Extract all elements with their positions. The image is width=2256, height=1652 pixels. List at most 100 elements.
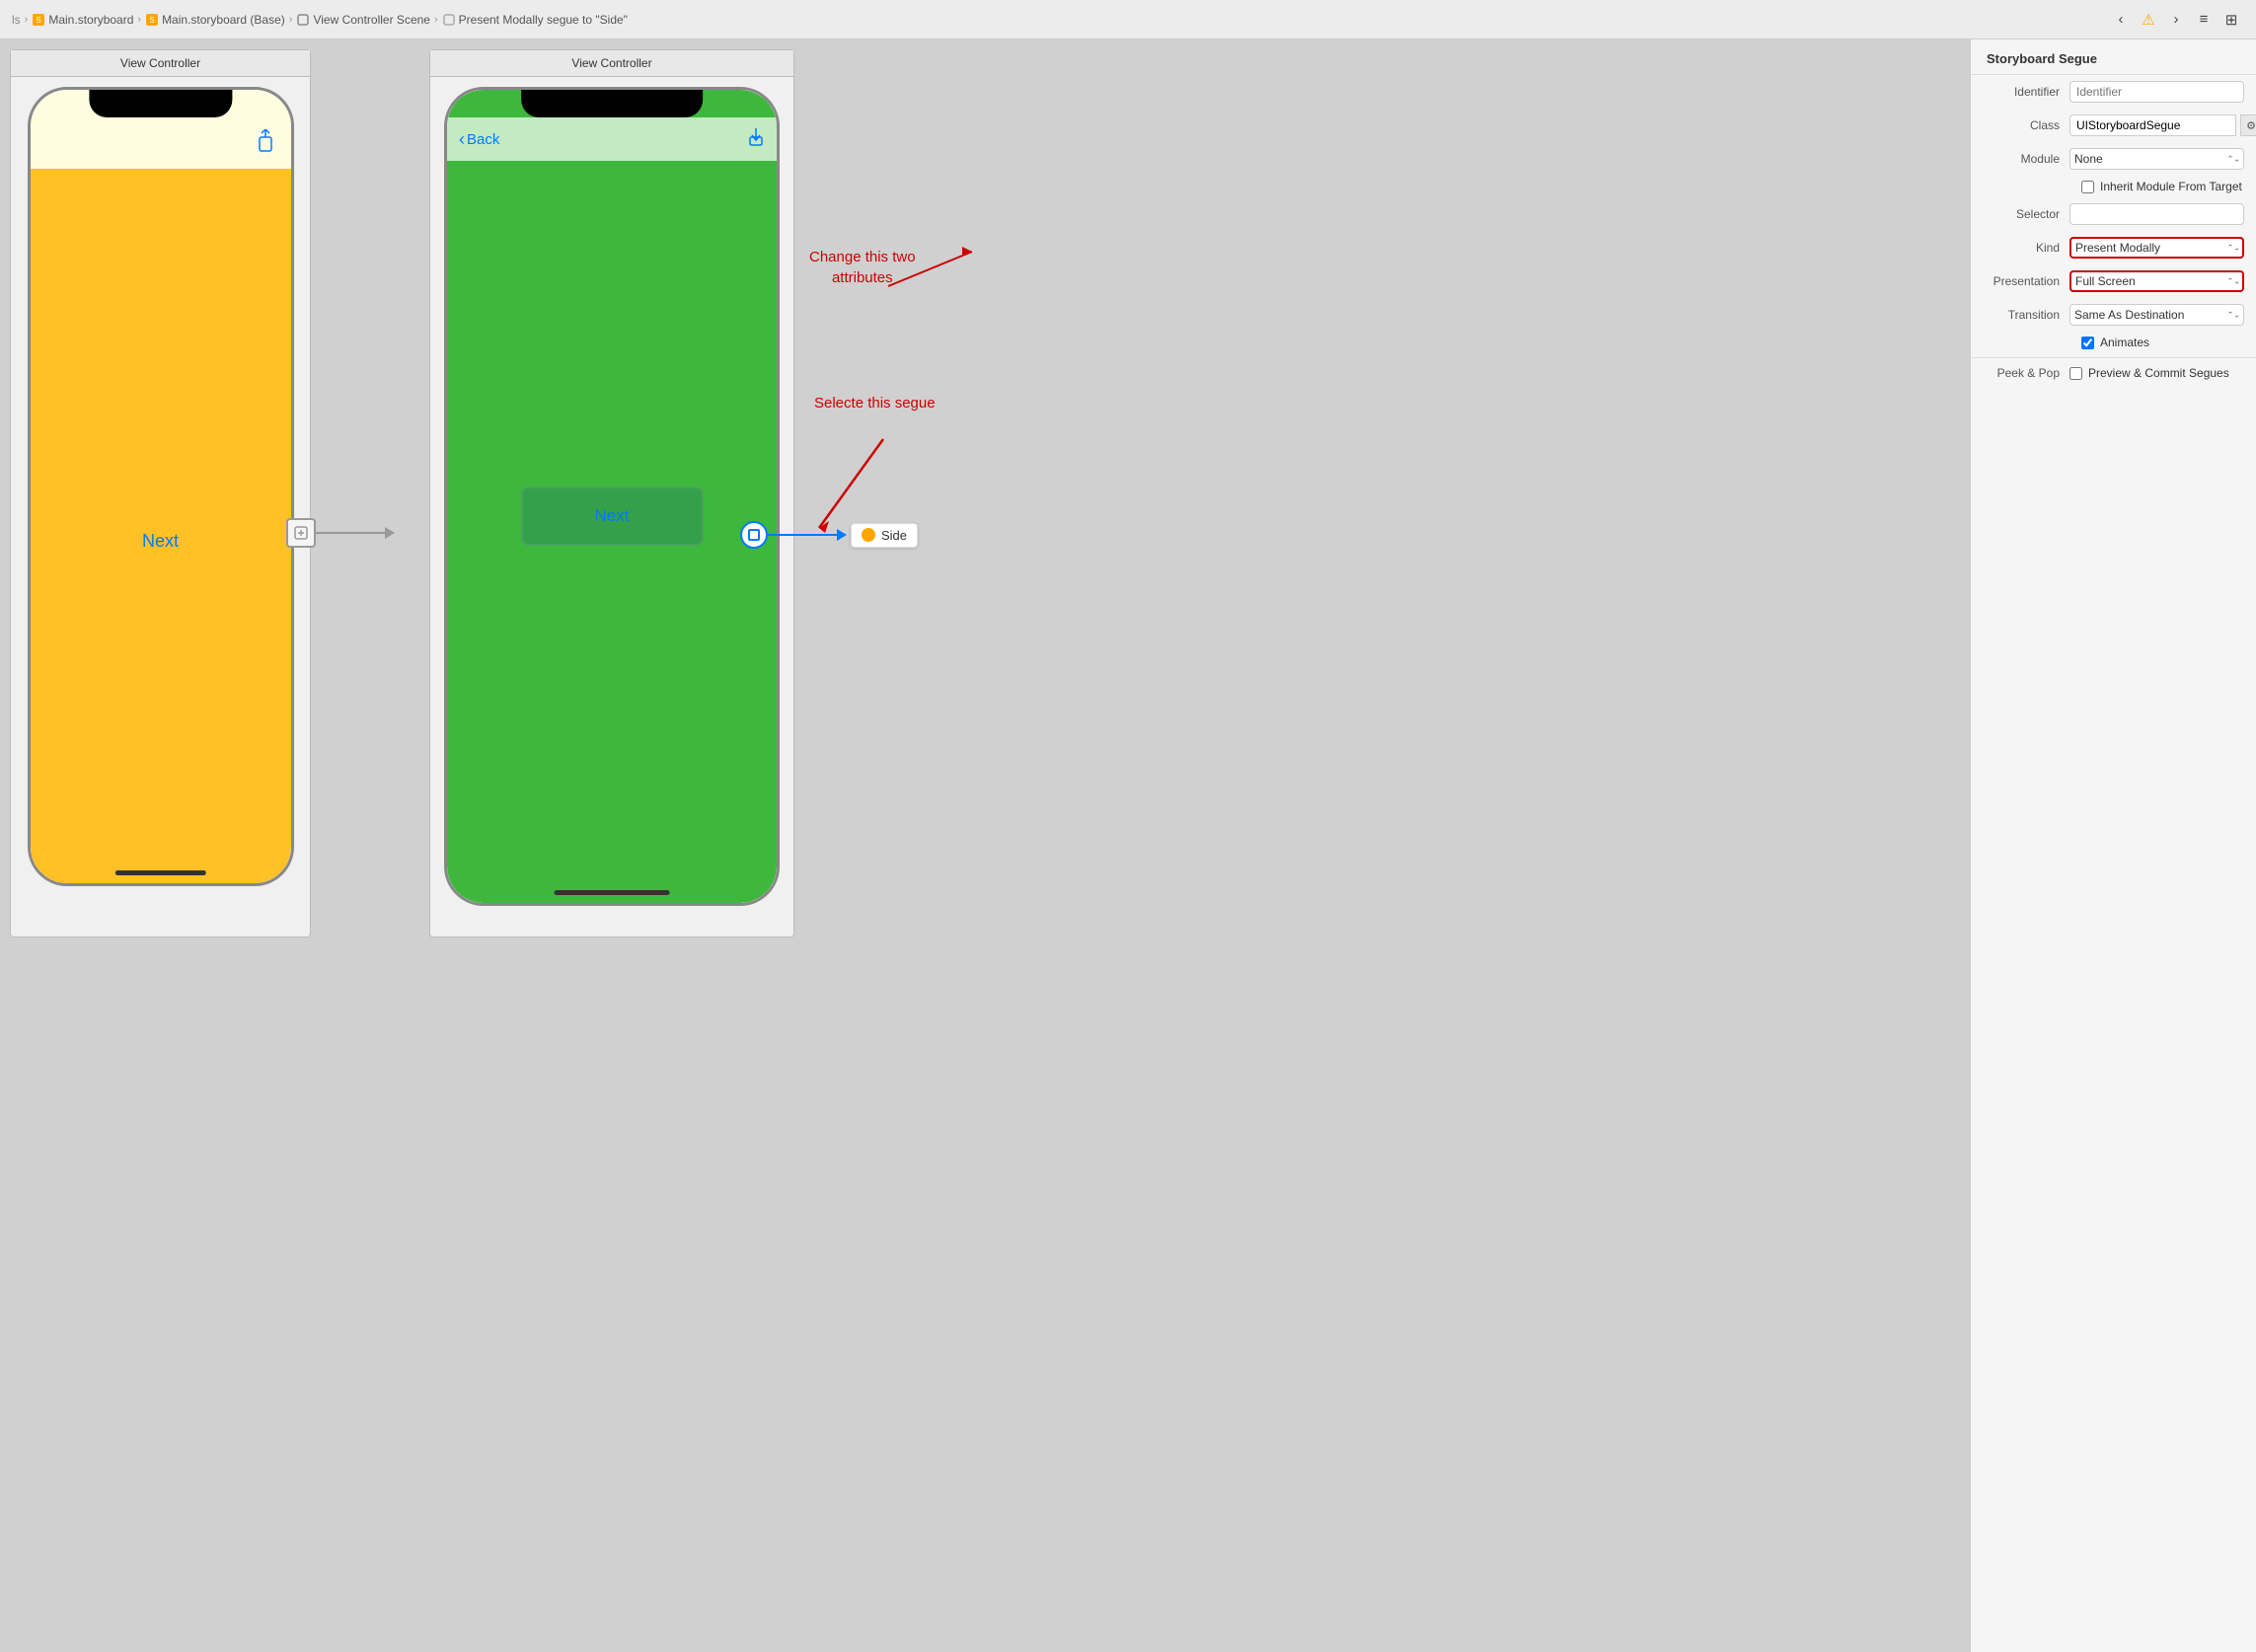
side-badge: Side bbox=[851, 523, 918, 548]
left-segue-connector bbox=[286, 523, 395, 543]
nav-download-icon[interactable] bbox=[747, 127, 765, 152]
blue-arrow-head bbox=[837, 529, 847, 541]
next-button[interactable]: Next bbox=[521, 487, 704, 546]
module-label: Module bbox=[1983, 152, 2069, 166]
transition-value: Same As Destination Default (Cover Verti… bbox=[2069, 304, 2244, 326]
phone-left-next-label: Next bbox=[142, 531, 179, 552]
animates-checkbox[interactable] bbox=[2081, 337, 2094, 349]
transition-select-wrapper: Same As Destination Default (Cover Verti… bbox=[2069, 304, 2244, 326]
phone-left: Next bbox=[28, 87, 294, 886]
phone-right-body: Next bbox=[447, 90, 777, 903]
peek-label: Peek & Pop bbox=[1983, 366, 2069, 380]
animates-label: Animates bbox=[2100, 336, 2149, 349]
right-segue-connector[interactable]: Side bbox=[740, 525, 918, 545]
storyboard-base-icon: S bbox=[145, 13, 159, 27]
canvas-area: View Controller bbox=[0, 39, 1970, 1652]
vc-panel-left: View Controller bbox=[10, 49, 311, 938]
panel-row-identifier: Identifier bbox=[1971, 75, 2256, 109]
inherit-module-checkbox[interactable] bbox=[2081, 181, 2094, 193]
phone-right-navbar: ‹ Back bbox=[447, 117, 777, 161]
animates-row: Animates bbox=[2069, 332, 2256, 353]
vc-panel-right: View Controller ‹ Back bbox=[429, 49, 794, 938]
phone-right-notch bbox=[521, 90, 703, 117]
presentation-select-wrapper: Full Screen Automatic Current Context Pa… bbox=[2069, 270, 2244, 292]
kind-value: Present Modally Show Show Detail Present… bbox=[2069, 237, 2244, 259]
breadcrumb: ls › S Main.storyboard › S Main.storyboa… bbox=[12, 13, 628, 27]
kind-label: Kind bbox=[1983, 241, 2069, 255]
phone-left-body: Next bbox=[31, 169, 291, 883]
svg-text:S: S bbox=[37, 16, 41, 25]
class-settings-button[interactable]: ⚙ bbox=[2240, 114, 2256, 136]
breadcrumb-sep-1: › bbox=[137, 14, 141, 26]
presentation-select[interactable]: Full Screen Automatic Current Context Pa… bbox=[2069, 270, 2244, 292]
warning-icon[interactable]: ⚠ bbox=[2136, 7, 2161, 33]
phone-right: ‹ Back bbox=[444, 87, 780, 906]
vc-panel-left-title: View Controller bbox=[11, 50, 310, 77]
breadcrumb-sep-3: › bbox=[434, 14, 438, 26]
module-select[interactable]: None bbox=[2069, 148, 2244, 170]
kind-select[interactable]: Present Modally Show Show Detail Present… bbox=[2069, 237, 2244, 259]
toolbar-icons: ‹ ⚠ › ≡ ⊞ bbox=[2108, 7, 2244, 33]
selector-input[interactable] bbox=[2069, 203, 2244, 225]
kind-select-wrapper: Present Modally Show Show Detail Present… bbox=[2069, 237, 2244, 259]
inherit-module-row: Inherit Module From Target bbox=[2069, 176, 2256, 197]
transition-select[interactable]: Same As Destination Default (Cover Verti… bbox=[2069, 304, 2244, 326]
class-value-row: ⚙ › bbox=[2069, 114, 2256, 136]
breadcrumb-item-0[interactable]: ls bbox=[12, 13, 21, 27]
segue-inner-square bbox=[748, 529, 760, 541]
segue-icon bbox=[442, 13, 456, 27]
selector-label: Selector bbox=[1983, 207, 2069, 221]
share-icon[interactable] bbox=[256, 129, 275, 159]
panel-row-presentation: Presentation Full Screen Automatic Curre… bbox=[1971, 264, 2256, 298]
identifier-value bbox=[2069, 81, 2244, 103]
main-layout: View Controller bbox=[0, 39, 2256, 1652]
selector-value bbox=[2069, 203, 2244, 225]
panel-row-selector: Selector bbox=[1971, 197, 2256, 231]
breadcrumb-item-4[interactable]: Present Modally segue to "Side" bbox=[442, 13, 628, 27]
panel-row-class: Class ⚙ › bbox=[1971, 109, 2256, 142]
panel-row-module: Module None bbox=[1971, 142, 2256, 176]
side-dot-icon bbox=[862, 528, 875, 542]
panel-row-transition: Transition Same As Destination Default (… bbox=[1971, 298, 2256, 332]
phone-left-home-bar bbox=[114, 870, 205, 875]
panel-divider bbox=[1971, 357, 2256, 358]
storyboard-icon: S bbox=[32, 13, 45, 27]
annotation-select: Selecte this segue bbox=[814, 395, 936, 412]
list-view-button[interactable]: ≡ bbox=[2191, 7, 2217, 33]
left-arrow-shaft bbox=[316, 532, 385, 534]
phone-right-home-bar bbox=[555, 890, 670, 895]
transition-label: Transition bbox=[1983, 308, 2069, 322]
segue-icon-left[interactable] bbox=[286, 518, 316, 548]
identifier-input[interactable] bbox=[2069, 81, 2244, 103]
vc-panel-right-title: View Controller bbox=[430, 50, 793, 77]
left-arrow-head bbox=[385, 527, 395, 539]
panel-row-kind: Kind Present Modally Show Show Detail Pr… bbox=[1971, 231, 2256, 264]
phone-left-notch bbox=[89, 90, 232, 117]
peek-checkbox[interactable] bbox=[2069, 367, 2082, 380]
panel-title: Storyboard Segue bbox=[1971, 39, 2256, 75]
segue-circle-blue[interactable] bbox=[740, 521, 768, 549]
breadcrumb-item-3[interactable]: View Controller Scene bbox=[296, 13, 430, 27]
forward-nav-button[interactable]: › bbox=[2163, 7, 2189, 33]
module-select-wrapper: None bbox=[2069, 148, 2244, 170]
breadcrumb-item-2[interactable]: S Main.storyboard (Base) bbox=[145, 13, 285, 27]
presentation-value: Full Screen Automatic Current Context Pa… bbox=[2069, 270, 2244, 292]
breadcrumb-item-1[interactable]: S Main.storyboard bbox=[32, 13, 133, 27]
grid-view-button[interactable]: ⊞ bbox=[2218, 7, 2244, 33]
svg-text:S: S bbox=[149, 16, 154, 25]
class-label: Class bbox=[1983, 118, 2069, 132]
inherit-module-label: Inherit Module From Target bbox=[2100, 180, 2242, 193]
panel-row-peek: Peek & Pop Preview & Commit Segues bbox=[1971, 362, 2256, 384]
presentation-label: Presentation bbox=[1983, 274, 2069, 288]
breadcrumb-sep-2: › bbox=[289, 14, 293, 26]
module-value: None bbox=[2069, 148, 2244, 170]
blue-arrow-shaft bbox=[768, 534, 837, 536]
breadcrumb-sep-0: › bbox=[25, 14, 29, 26]
preview-commit-label: Preview & Commit Segues bbox=[2088, 366, 2229, 380]
identifier-label: Identifier bbox=[1983, 85, 2069, 99]
nav-back-button[interactable]: ‹ Back bbox=[459, 129, 499, 150]
annotation-change: Change this twoattributes bbox=[809, 247, 916, 288]
back-nav-button[interactable]: ‹ bbox=[2108, 7, 2134, 33]
class-input[interactable] bbox=[2069, 114, 2236, 136]
storyboard-segue-panel: Storyboard Segue Identifier Class ⚙ › Mo… bbox=[1970, 39, 2256, 1652]
